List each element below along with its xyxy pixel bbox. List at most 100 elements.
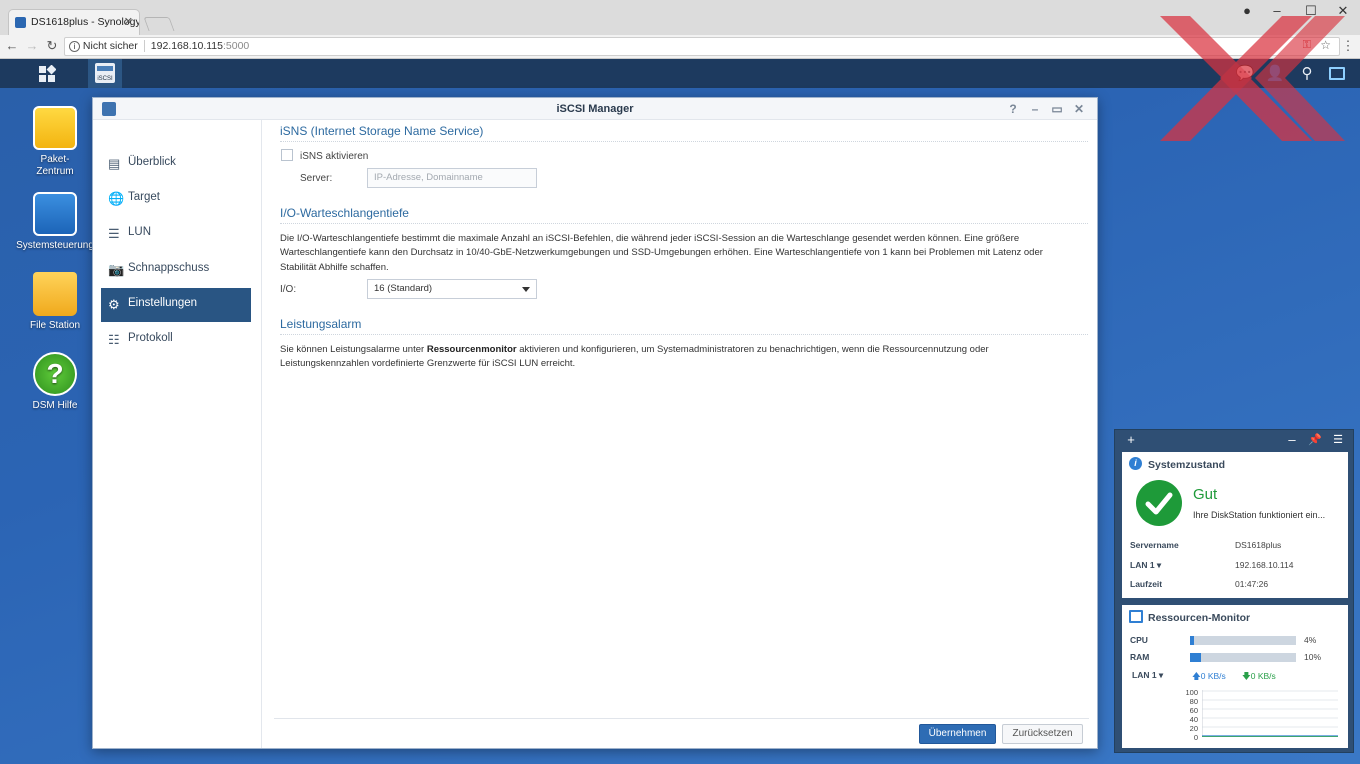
chart-ytick: 80 xyxy=(1189,697,1198,706)
minimize-widget-icon[interactable]: – xyxy=(1285,433,1299,447)
upload-rate-value: 0 KB/s xyxy=(1200,671,1226,681)
download-arrow-icon: 🡇 xyxy=(1242,671,1251,681)
shopping-bag-icon xyxy=(33,106,77,150)
info-icon[interactable]: i xyxy=(69,41,80,52)
health-status-description: Ihre DiskStation funktioniert ein... xyxy=(1193,510,1326,520)
desktop-icon-control-panel[interactable]: Systemsteuerung xyxy=(15,192,95,252)
watermark-logo xyxy=(1160,16,1345,141)
sidebar-item-überblick[interactable]: ▤ Überblick xyxy=(101,147,251,181)
help-icon[interactable]: ? xyxy=(1005,101,1021,117)
sidebar-item-einstellungen[interactable]: ⚙ Einstellungen xyxy=(101,288,251,322)
camera-icon: 📷 xyxy=(108,262,125,277)
cpu-bar xyxy=(1190,636,1296,645)
sidebar-item-target[interactable]: 🌐 Target xyxy=(101,182,251,216)
sidebar-item-protokoll[interactable]: ☷ Protokoll xyxy=(101,323,251,357)
resource-monitor-link[interactable]: Ressourcenmonitor xyxy=(427,344,517,355)
desktop-icon-package-center[interactable]: Paket- Zentrum xyxy=(15,106,95,178)
url-port: :5000 xyxy=(223,40,250,52)
ram-label: RAM xyxy=(1130,652,1150,662)
window-title: iSCSI Manager xyxy=(556,103,634,115)
uptime-value: 01:47:26 xyxy=(1235,579,1269,589)
sidebar-item-schnappschuss[interactable]: 📷 Schnappschuss xyxy=(101,253,251,287)
url-host: 192.168.10.115 xyxy=(150,40,223,52)
desktop-icon-label: File Station xyxy=(29,320,81,331)
cpu-label: CPU xyxy=(1130,635,1148,645)
log-icon: ☷ xyxy=(108,332,120,347)
download-rate: 🡇0 KB/s xyxy=(1242,671,1276,685)
isns-heading: iSNS (Internet Storage Name Service) xyxy=(280,124,484,138)
section-divider xyxy=(280,223,1088,224)
resource-monitor-icon xyxy=(1129,610,1143,623)
help-question-icon: ? xyxy=(33,352,77,396)
sidebar-item-label: Target xyxy=(128,191,160,203)
upload-arrow-icon: 🡅 xyxy=(1192,671,1201,681)
new-tab-button[interactable] xyxy=(143,17,175,31)
isns-enable-checkbox[interactable] xyxy=(281,149,293,161)
back-icon[interactable]: ← xyxy=(4,38,20,54)
sidebar-item-label: Einstellungen xyxy=(128,297,198,309)
close-tab-icon[interactable]: ✕ xyxy=(124,15,133,28)
isns-enable-label: iSNS aktivieren xyxy=(300,151,369,162)
info-icon: i xyxy=(1129,457,1142,470)
close-icon[interactable]: ✕ xyxy=(1071,101,1087,117)
dsm-favicon-icon xyxy=(15,17,26,28)
desktop-icon-file-station[interactable]: File Station xyxy=(15,272,95,332)
add-widget-icon[interactable]: + xyxy=(1124,433,1138,447)
servername-value: DS1618plus xyxy=(1235,540,1282,550)
health-status: Gut xyxy=(1193,486,1218,503)
lan-select[interactable]: LAN 1 ▾ xyxy=(1132,670,1163,681)
sidebar-item-label: Protokoll xyxy=(128,332,173,344)
browser-tab-bar: DS1618plus - Synology D ✕ ● – ☐ ✕ xyxy=(0,0,1360,35)
perf-alarm-text-before: Sie können Leistungsalarme unter xyxy=(280,344,427,355)
chevron-down-icon xyxy=(522,287,530,292)
ram-percent: 10% xyxy=(1304,652,1322,662)
main-menu-button[interactable] xyxy=(30,59,64,88)
sidebar: ▤ Überblick 🌐 Target ☰ LUN 📷 Schnappschuss ⚙ Eins… xyxy=(93,120,262,748)
system-health-title: Systemzustand xyxy=(1148,459,1226,471)
desktop-icon-label: DSM Hilfe xyxy=(32,400,78,411)
url-input[interactable]: i Nicht sicher192.168.10.115:5000 ⚿ ☆ xyxy=(64,37,1340,56)
reset-button[interactable]: Zurücksetzen xyxy=(1002,724,1083,744)
sidebar-item-label: Überblick xyxy=(128,156,176,168)
chart-ytick: 100 xyxy=(1185,688,1198,697)
section-divider xyxy=(280,334,1088,335)
security-label: Nicht sicher xyxy=(82,40,138,52)
cpu-bar-fill xyxy=(1190,636,1195,645)
window-app-icon xyxy=(102,102,116,116)
lan1-key[interactable]: LAN 1 ▾ xyxy=(1130,560,1161,571)
forward-icon[interactable]: → xyxy=(24,38,40,54)
chart-ytick: 0 xyxy=(1193,733,1198,742)
server-input[interactable]: IP-Adresse, Domainname xyxy=(367,168,537,188)
apply-button[interactable]: Übernehmen xyxy=(919,724,996,744)
chart-ytick: 40 xyxy=(1189,715,1198,724)
control-panel-icon xyxy=(33,192,77,236)
taskbar-iscsi-app[interactable]: iSCSI xyxy=(88,59,122,88)
perf-alarm-heading: Leistungsalarm xyxy=(280,317,362,331)
reload-icon[interactable]: ↻ xyxy=(44,38,60,54)
sidebar-item-lun[interactable]: ☰ LUN xyxy=(101,217,251,251)
servername-key: Servername xyxy=(1130,540,1179,550)
overview-icon: ▤ xyxy=(108,156,121,171)
window-titlebar[interactable]: iSCSI Manager ? – ▭ ✕ xyxy=(93,98,1097,120)
minimize-icon[interactable]: – xyxy=(1027,101,1043,117)
io-queue-description: Die I/O-Warteschlangentiefe bestimmt die… xyxy=(280,233,1043,273)
pin-icon[interactable]: 📌 xyxy=(1308,433,1322,447)
widget-panel: + – 📌 ☰ i Systemzustand Gut Ihre DiskSta… xyxy=(1114,429,1354,753)
io-queue-heading: I/O-Warteschlangentiefe xyxy=(280,206,409,220)
dsm-taskbar: iSCSI 💬 👤 ⚲ xyxy=(0,59,1360,88)
sidebar-item-label: LUN xyxy=(128,226,152,238)
resource-monitor-widget: Ressourcen-Monitor CPU 4% RAM 10% LAN 1 … xyxy=(1122,605,1348,748)
io-depth-value: 16 (Standard) xyxy=(374,283,433,294)
desktop-icon-dsm-help[interactable]: ? DSM Hilfe xyxy=(15,352,95,412)
desktop-icon-label: Systemsteuerung xyxy=(16,240,94,251)
address-bar-row: ← → ↻ i Nicht sicher 192.168.10.115:5000 … xyxy=(0,35,1360,59)
widget-layout-icon[interactable]: ☰ xyxy=(1331,433,1345,447)
io-depth-select[interactable]: 16 (Standard) xyxy=(367,279,537,299)
maximize-icon[interactable]: ▭ xyxy=(1049,101,1065,117)
folder-search-icon xyxy=(33,272,77,316)
chart-ytick: 20 xyxy=(1189,724,1198,733)
download-rate-value: 0 KB/s xyxy=(1250,671,1276,681)
uptime-key: Laufzeit xyxy=(1130,579,1163,589)
footer-divider xyxy=(274,718,1089,719)
browser-tab[interactable]: DS1618plus - Synology D ✕ xyxy=(8,9,140,35)
